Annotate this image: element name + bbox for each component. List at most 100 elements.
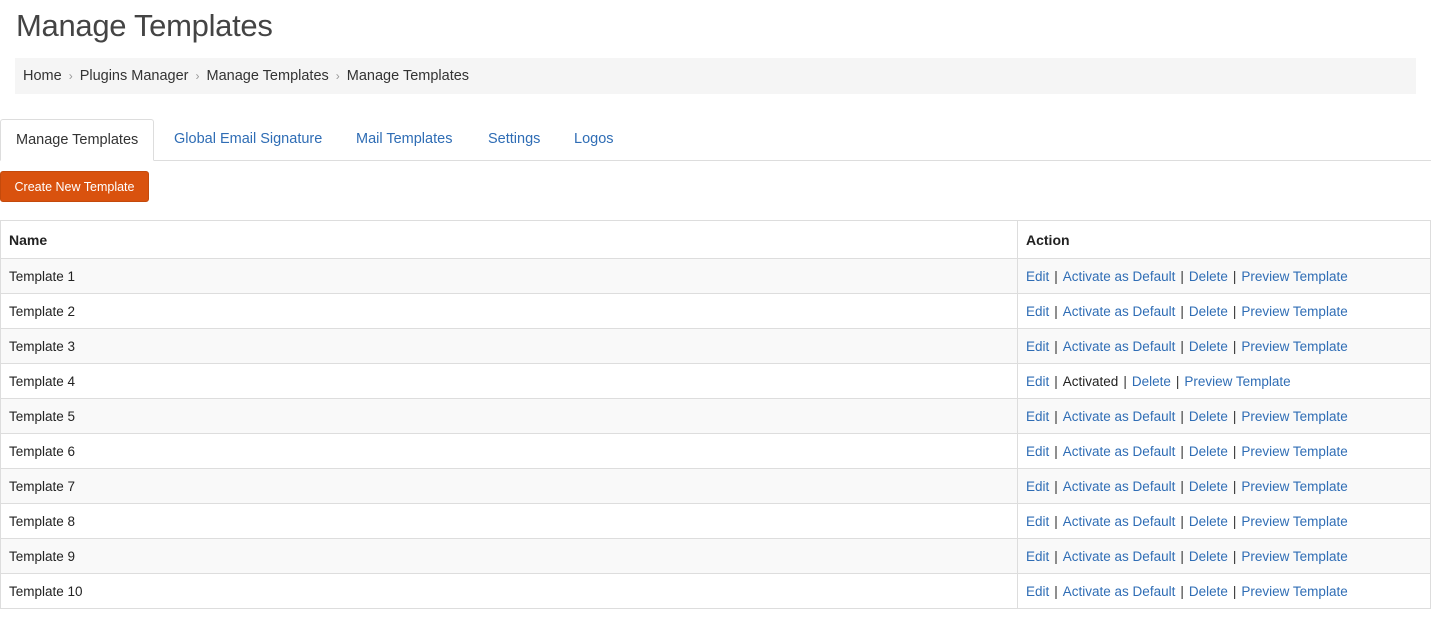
action-separator: | [1180, 478, 1184, 494]
template-name-cell: Template 6 [0, 433, 1018, 469]
table-row: Template 9 Edit | Activate as Default | Delet… [0, 538, 1431, 574]
preview-template-link[interactable]: Preview Template [1241, 409, 1347, 424]
tab-mail-templates[interactable]: Mail Templates [356, 119, 452, 161]
breadcrumb-item-manage-templates[interactable]: Manage Templates [207, 68, 329, 84]
breadcrumb-item-plugins-manager[interactable]: Plugins Manager [80, 68, 189, 84]
delete-link[interactable]: Delete [1189, 269, 1228, 284]
chevron-right-icon: › [335, 69, 340, 83]
action-separator: | [1054, 268, 1058, 284]
action-separator: | [1180, 303, 1184, 319]
action-separator: | [1180, 338, 1184, 354]
action-separator: | [1180, 513, 1184, 529]
edit-link[interactable]: Edit [1026, 339, 1049, 354]
delete-link[interactable]: Delete [1189, 304, 1228, 319]
chevron-right-icon: › [195, 69, 200, 83]
action-separator: | [1232, 408, 1237, 424]
activate-as-default-link[interactable]: Activate as Default [1063, 549, 1176, 564]
edit-link[interactable]: Edit [1026, 409, 1049, 424]
activate-as-default-link[interactable]: Activate as Default [1063, 444, 1176, 459]
delete-link[interactable]: Delete [1189, 339, 1228, 354]
activate-as-default-link[interactable]: Activate as Default [1063, 339, 1176, 354]
action-separator: | [1232, 478, 1237, 494]
delete-link[interactable]: Delete [1132, 374, 1171, 389]
delete-link[interactable]: Delete [1189, 514, 1228, 529]
chevron-right-icon: › [68, 69, 73, 83]
edit-link[interactable]: Edit [1026, 304, 1049, 319]
preview-template-link[interactable]: Preview Template [1184, 374, 1290, 389]
column-header-name: Name [0, 220, 1018, 259]
delete-link[interactable]: Delete [1189, 444, 1228, 459]
action-separator: | [1123, 373, 1127, 389]
delete-link[interactable]: Delete [1189, 584, 1228, 599]
edit-link[interactable]: Edit [1026, 549, 1049, 564]
preview-template-link[interactable]: Preview Template [1241, 514, 1347, 529]
breadcrumb: Home › Plugins Manager › Manage Template… [15, 58, 1416, 94]
action-separator: | [1054, 548, 1058, 564]
table-row: Template 3 Edit | Activate as Default | Delet… [0, 328, 1431, 364]
template-actions-cell: Edit | Activate as Default | Delete | Preview … [1017, 433, 1431, 469]
table-row: Template 7 Edit | Activate as Default | Delet… [0, 468, 1431, 504]
tab-logos[interactable]: Logos [574, 119, 614, 161]
activate-as-default-link[interactable]: Activate as Default [1063, 479, 1176, 494]
template-name-cell: Template 7 [0, 468, 1018, 504]
create-new-template-button[interactable]: Create New Template [0, 171, 149, 202]
table-row: Template 8 Edit | Activate as Default | Delet… [0, 503, 1431, 539]
tab-manage-templates[interactable]: Manage Templates [0, 119, 155, 161]
template-actions-cell: Edit | Activated | Delete | Preview Template [1017, 363, 1431, 399]
activate-as-default-link[interactable]: Activate as Default [1063, 269, 1176, 284]
action-separator: | [1232, 583, 1237, 599]
action-separator: | [1180, 408, 1184, 424]
breadcrumb-item-current: Manage Templates [346, 68, 470, 84]
template-actions-cell: Edit | Activate as Default | Delete | Preview … [1017, 258, 1431, 294]
table-row: Template 10 Edit | Activate as Default | Dele… [0, 573, 1431, 609]
action-separator: | [1054, 478, 1058, 494]
action-separator: | [1054, 408, 1058, 424]
action-separator: | [1180, 583, 1184, 599]
delete-link[interactable]: Delete [1189, 479, 1228, 494]
page-title: Manage Templates [16, 8, 273, 43]
preview-template-link[interactable]: Preview Template [1241, 584, 1347, 599]
template-name-cell: Template 1 [0, 258, 1018, 294]
preview-template-link[interactable]: Preview Template [1241, 304, 1347, 319]
action-separator: | [1054, 338, 1058, 354]
template-name-cell: Template 5 [0, 398, 1018, 434]
tab-global-email-signature[interactable]: Global Email Signature [174, 119, 322, 161]
table-row: Template 2 Edit | Activate as Default | Delet… [0, 293, 1431, 329]
template-name-cell: Template 9 [0, 538, 1018, 574]
template-actions-cell: Edit | Activate as Default | Delete | Preview … [1017, 538, 1431, 574]
edit-link[interactable]: Edit [1026, 514, 1049, 529]
action-separator: | [1232, 513, 1237, 529]
activate-as-default-link[interactable]: Activate as Default [1063, 304, 1176, 319]
templates-table-body: Template 1 Edit | Activate as Default | Delet… [0, 258, 1431, 609]
edit-link[interactable]: Edit [1026, 444, 1049, 459]
activate-as-default-link[interactable]: Activate as Default [1063, 584, 1176, 599]
edit-link[interactable]: Edit [1026, 374, 1049, 389]
delete-link[interactable]: Delete [1189, 549, 1228, 564]
delete-link[interactable]: Delete [1189, 409, 1228, 424]
action-separator: | [1175, 373, 1180, 389]
template-name-cell: Template 10 [0, 573, 1018, 609]
template-actions-cell: Edit | Activate as Default | Delete | Preview … [1017, 573, 1431, 609]
activate-as-default-link[interactable]: Activate as Default [1063, 409, 1176, 424]
tab-settings[interactable]: Settings [488, 119, 540, 161]
template-actions-cell: Edit | Activate as Default | Delete | Preview … [1017, 398, 1431, 434]
preview-template-link[interactable]: Preview Template [1241, 339, 1347, 354]
tab-bar: Manage Templates Global Email Signature … [0, 119, 1431, 161]
table-row: Template 4 Edit | Activated | Delete | Preview … [0, 363, 1431, 399]
template-name-cell: Template 4 [0, 363, 1018, 399]
activate-as-default-link[interactable]: Activate as Default [1063, 514, 1176, 529]
templates-table: Name Action Template 1 Edit | Activate as D… [0, 220, 1431, 609]
action-separator: | [1232, 548, 1237, 564]
table-row: Template 1 Edit | Activate as Default | Delet… [0, 258, 1431, 294]
edit-link[interactable]: Edit [1026, 269, 1049, 284]
action-separator: | [1054, 373, 1058, 389]
preview-template-link[interactable]: Preview Template [1241, 269, 1347, 284]
preview-template-link[interactable]: Preview Template [1241, 479, 1347, 494]
breadcrumb-item-home[interactable]: Home [23, 68, 62, 84]
preview-template-link[interactable]: Preview Template [1241, 444, 1347, 459]
action-separator: | [1180, 268, 1184, 284]
edit-link[interactable]: Edit [1026, 479, 1049, 494]
action-separator: | [1232, 338, 1237, 354]
preview-template-link[interactable]: Preview Template [1241, 549, 1347, 564]
edit-link[interactable]: Edit [1026, 584, 1049, 599]
